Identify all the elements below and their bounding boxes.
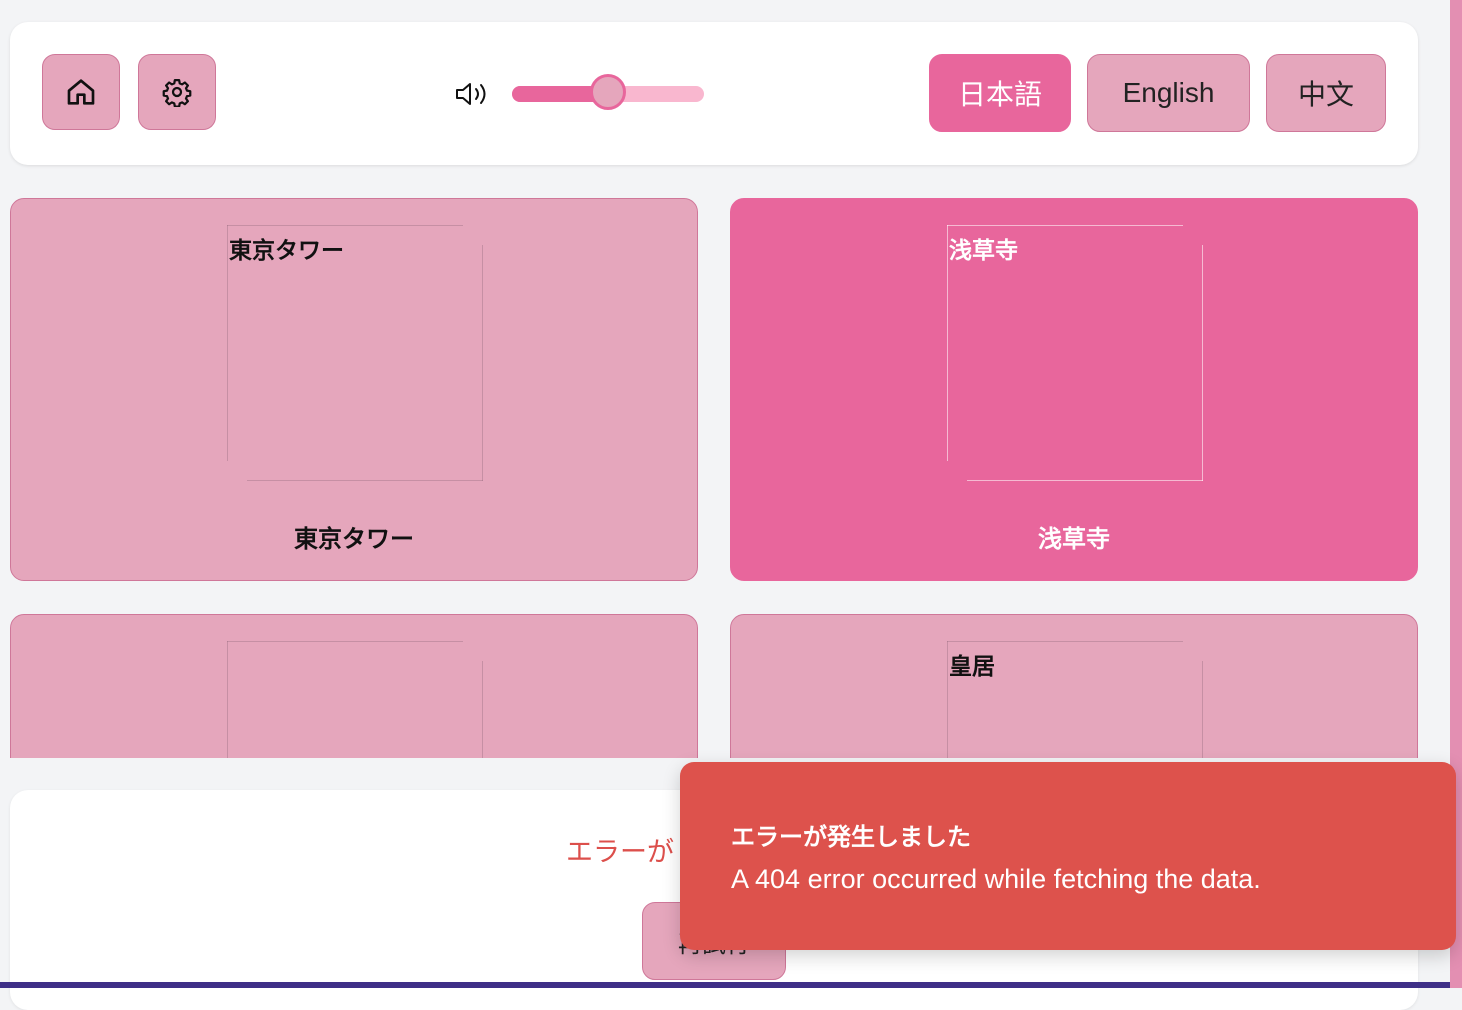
language-button-japanese[interactable]: 日本語: [929, 54, 1071, 132]
error-toast[interactable]: エラーが発生しました A 404 error occurred while fe…: [680, 762, 1456, 950]
image-alt-text: 東京タワー: [229, 238, 344, 264]
landmark-card[interactable]: [10, 614, 698, 758]
toast-title: エラーが発生しました: [731, 823, 971, 851]
landmark-card-tokyo-tower[interactable]: 東京タワー 東京タワー: [10, 198, 698, 581]
top-toolbar: 日本語 English 中文: [10, 22, 1418, 165]
landmark-card-label: 東京タワー: [294, 525, 414, 553]
landmark-grid: 東京タワー 東京タワー 浅草寺 浅草寺 皇居: [0, 180, 1450, 758]
image-alt-text: 皇居: [949, 654, 995, 680]
landmark-image: [227, 641, 483, 758]
bottom-border: [0, 982, 1450, 988]
language-button-chinese[interactable]: 中文: [1266, 54, 1386, 132]
toast-message: A 404 error occurred while fetching the …: [731, 864, 1261, 894]
speaker-volume-icon[interactable]: [454, 79, 498, 109]
landmark-image: 浅草寺: [947, 225, 1203, 481]
landmark-image: 東京タワー: [227, 225, 483, 481]
home-icon: [67, 79, 95, 105]
language-button-english[interactable]: English: [1087, 54, 1250, 132]
volume-slider-thumb[interactable]: [590, 74, 626, 110]
landmark-card-sensoji[interactable]: 浅草寺 浅草寺: [730, 198, 1418, 581]
image-alt-text: 浅草寺: [949, 238, 1018, 264]
landmark-card-imperial-palace[interactable]: 皇居: [730, 614, 1418, 758]
settings-button[interactable]: [138, 54, 216, 130]
landmark-image: 皇居: [947, 641, 1203, 758]
home-button[interactable]: [42, 54, 120, 130]
gear-icon: [162, 79, 192, 107]
error-message: エラーが: [566, 837, 674, 868]
landmark-card-label: 浅草寺: [1038, 525, 1110, 553]
